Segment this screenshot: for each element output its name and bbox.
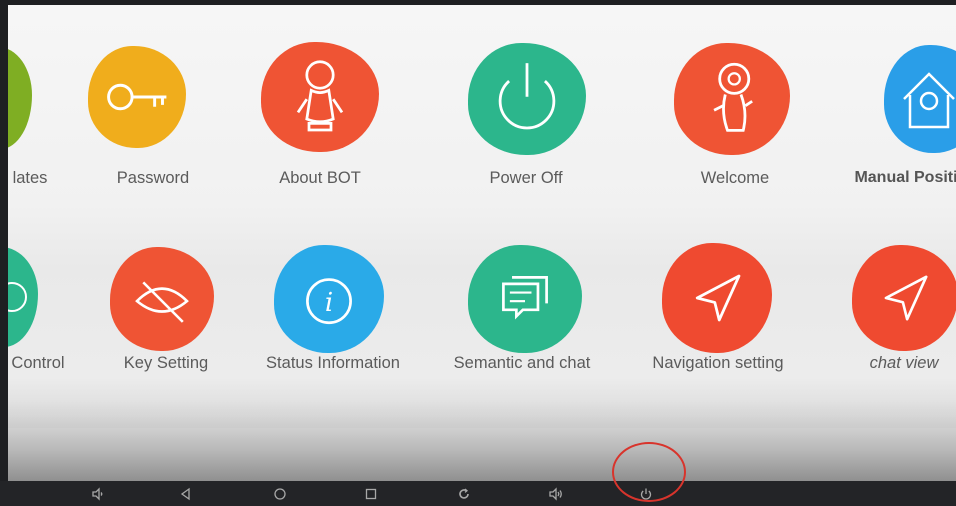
system-navigation-bar <box>0 481 956 506</box>
eye-slash-icon <box>110 247 214 351</box>
volume-up-icon[interactable] <box>544 481 568 506</box>
remote-control-icon <box>8 247 38 347</box>
app-label: About BOT <box>279 169 361 187</box>
app-label: Key Setting <box>123 354 209 372</box>
app-label: Control <box>11 354 65 372</box>
svg-text:i: i <box>325 288 333 318</box>
chat-icon <box>468 245 582 353</box>
app-welcome[interactable]: Welcome <box>658 5 828 195</box>
home-location-icon <box>884 45 956 153</box>
app-power-off[interactable]: Power Off <box>458 5 628 195</box>
recents-icon[interactable] <box>359 481 383 506</box>
app-label: lates <box>12 169 48 187</box>
app-label: Semantic and chat <box>453 354 591 372</box>
template-icon <box>8 47 32 149</box>
app-label: Power Off <box>489 169 563 187</box>
app-label: Manual Positi <box>854 169 956 186</box>
launcher-screen: lates Password About BOT Power Off Welco <box>8 5 956 483</box>
home-icon[interactable] <box>268 481 292 506</box>
power-icon <box>468 43 586 155</box>
welcome-robot-icon <box>674 43 790 155</box>
screen-glare <box>8 400 956 428</box>
app-control[interactable]: Control <box>8 235 78 395</box>
back-icon[interactable] <box>174 481 198 506</box>
refresh-icon[interactable] <box>452 481 476 506</box>
volume-down-icon[interactable] <box>86 481 110 506</box>
power-button-highlight-circle <box>612 442 686 502</box>
key-icon <box>88 46 186 148</box>
navigation-arrow-icon <box>852 245 956 351</box>
app-key-setting[interactable]: Key Setting <box>98 235 248 395</box>
app-navigation-setting[interactable]: Navigation setting <box>634 235 804 395</box>
app-status-information[interactable]: i Status Information <box>258 235 408 395</box>
app-password[interactable]: Password <box>78 5 228 195</box>
navigation-arrow-icon <box>662 243 772 353</box>
app-label: Navigation setting <box>652 354 784 372</box>
app-grid: lates Password About BOT Power Off Welco <box>8 5 956 425</box>
app-label: Welcome <box>700 169 770 187</box>
robot-icon <box>261 42 379 152</box>
app-semantic-chat[interactable]: Semantic and chat <box>448 235 608 395</box>
app-label: Password <box>116 169 190 187</box>
app-chat-view[interactable]: chat view <box>840 235 956 395</box>
info-icon: i <box>274 245 384 353</box>
app-label: chat view <box>869 354 939 372</box>
app-about-bot[interactable]: About BOT <box>248 5 418 195</box>
app-templates[interactable]: lates <box>8 5 68 195</box>
app-label: Status Information <box>266 354 400 372</box>
app-manual-position[interactable]: Manual Positi <box>848 5 956 195</box>
